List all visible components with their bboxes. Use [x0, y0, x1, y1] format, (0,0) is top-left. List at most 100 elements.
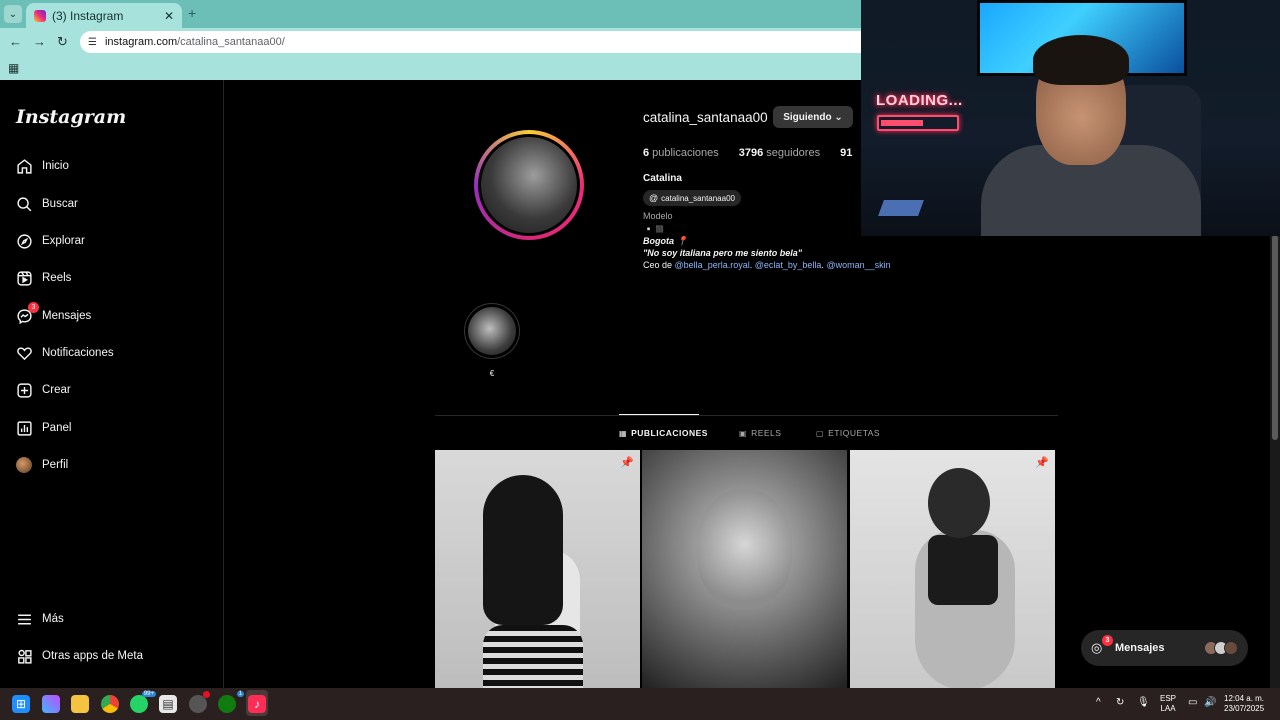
sidebar-item-label: Más	[42, 613, 64, 625]
desk-item	[878, 200, 924, 216]
tab-title: (3) Instagram	[52, 8, 124, 23]
tab-label: PUBLICACIONES	[631, 428, 708, 438]
followers-count: 3796	[738, 147, 764, 159]
sidebar-item-reels[interactable]: Reels	[15, 263, 215, 293]
instagram-favicon-icon	[34, 9, 46, 22]
post-thumbnail[interactable]: 📌	[435, 450, 640, 688]
sidebar-item-notificaciones[interactable]: Notificaciones	[15, 338, 215, 368]
windows-start-icon[interactable]: ⊞	[12, 695, 30, 713]
clock[interactable]: 12:04 a. m. 23/07/2025	[1224, 694, 1264, 714]
neon-sign: LOADING...	[876, 92, 963, 109]
following-button[interactable]: Siguiendo ⌄	[773, 106, 853, 128]
sidebar-item-label: Perfil	[42, 459, 69, 471]
language-indicator[interactable]: ESP LAA	[1160, 694, 1176, 714]
pin-icon: 📌	[620, 457, 634, 469]
meta-apps-icon	[15, 647, 33, 665]
clock-time: 12:04 a. m.	[1224, 694, 1265, 703]
network-icon[interactable]: ▭	[1188, 698, 1197, 708]
xbox-icon[interactable]: 1	[218, 691, 244, 713]
sidebar-item-crear[interactable]: Crear	[15, 375, 215, 405]
bio-link[interactable]: @woman__skin	[826, 260, 890, 270]
language-code: ESP	[1160, 694, 1177, 703]
threads-icon: @	[649, 193, 659, 203]
grid-icon: ▦	[619, 428, 628, 438]
story-highlight[interactable]	[464, 303, 520, 359]
posts-count: 6	[643, 147, 650, 159]
post-thumbnail[interactable]	[642, 450, 847, 688]
chart-icon	[15, 419, 33, 437]
tab-label: ETIQUETAS	[828, 428, 881, 438]
microphone-icon[interactable]: 🎙	[1137, 698, 1150, 708]
store-icon[interactable]: ▤	[159, 695, 177, 713]
profile-avatar-icon	[15, 456, 33, 474]
site-info-icon[interactable]: ☰	[88, 37, 97, 48]
file-explorer-icon[interactable]	[71, 695, 89, 713]
compass-icon	[15, 232, 33, 250]
profile-stats: 6 publicaciones 3796 seguidores 91	[643, 147, 875, 159]
whatsapp-icon[interactable]: 99+	[130, 691, 156, 713]
sidebar-item-label: Otras apps de Meta	[42, 650, 143, 662]
neon-loading-bar	[877, 115, 959, 131]
sidebar-item-panel[interactable]: Panel	[15, 413, 215, 443]
url-host: instagram.com	[104, 36, 178, 48]
new-tab-button[interactable]: +	[188, 5, 196, 21]
tab-etiquetas[interactable]: ▢ ETIQUETAS	[816, 428, 880, 438]
sidebar-item-inicio[interactable]: Inicio	[15, 151, 215, 181]
reload-icon[interactable]: ↻	[57, 34, 68, 50]
tab-close-icon[interactable]: ✕	[164, 9, 174, 23]
tiktok-icon[interactable]: ♪	[248, 695, 266, 713]
tab-publicaciones[interactable]: ▦ PUBLICACIONES	[619, 428, 708, 438]
messages-pill[interactable]: ◎ 3 Mensajes	[1081, 630, 1248, 666]
following-stat[interactable]: 91	[840, 147, 855, 159]
sidebar-item-perfil[interactable]: Perfil	[15, 450, 215, 480]
profile-bio: ▫️◼️ Bogota 📍 "No soy italiana pero me s…	[643, 223, 891, 271]
chrome-icon[interactable]	[101, 695, 119, 713]
sidebar-item-explorar[interactable]: Explorar	[15, 226, 215, 256]
active-tab-indicator	[619, 414, 699, 415]
post-thumbnail[interactable]: 📌	[850, 450, 1055, 688]
red-dot-badge	[203, 691, 210, 698]
app-icon[interactable]	[189, 691, 210, 713]
sidebar-item-label: Buscar	[42, 198, 78, 210]
threads-link[interactable]: @ catalina_santanaa00	[643, 190, 741, 206]
bio-line: "No soy italiana pero me siento bela"	[643, 248, 803, 258]
scrollbar-thumb[interactable]	[1272, 235, 1278, 440]
followers-stat[interactable]: 3796 seguidores	[739, 147, 820, 159]
instagram-logo[interactable]: Instagram	[16, 106, 126, 128]
sidebar-item-label: Panel	[42, 422, 72, 434]
sidebar-item-label: Notificaciones	[42, 347, 114, 359]
bio-line: ▫️◼️	[643, 224, 666, 234]
forward-icon[interactable]: →	[33, 34, 46, 49]
story-ring[interactable]	[474, 130, 584, 240]
menu-icon	[15, 610, 33, 628]
sidebar-item-label: Mensajes	[42, 310, 92, 322]
volume-icon[interactable]: 🔊	[1204, 698, 1216, 708]
sidebar-item-meta-apps[interactable]: Otras apps de Meta	[15, 641, 215, 671]
sidebar-item-mas[interactable]: Más	[15, 604, 215, 634]
bio-ceo-line: Ceo de @bella_perla.royal. @eclat_by_bel…	[643, 260, 891, 270]
copilot-icon[interactable]	[42, 695, 60, 713]
browser-tab-instagram[interactable]: (3) Instagram ✕	[26, 3, 182, 28]
tray-chevron-icon[interactable]: ^	[1096, 698, 1101, 708]
xbox-badge: 1	[236, 691, 244, 697]
bio-link[interactable]: @eclat_by_bella	[755, 260, 822, 270]
sync-icon[interactable]: ↻	[1116, 698, 1124, 708]
following-button-label: Siguiendo	[783, 111, 832, 123]
posts-stat: 6 publicaciones	[643, 147, 719, 159]
sidebar-item-buscar[interactable]: Buscar	[15, 189, 215, 219]
back-icon[interactable]: ←	[9, 34, 22, 49]
reels-icon: ▣	[739, 428, 748, 438]
apps-grid-icon[interactable]: ▦	[8, 61, 19, 75]
keyboard-layout: LAA	[1160, 704, 1176, 713]
sidebar-item-label: Explorar	[42, 235, 85, 247]
tab-search-button[interactable]: ⌄	[4, 5, 22, 23]
message-avatars	[1204, 641, 1238, 655]
highlight-label: €	[489, 369, 495, 378]
sidebar-item-mensajes[interactable]: 3 Mensajes	[15, 301, 215, 331]
tab-reels[interactable]: ▣ REELS	[739, 428, 781, 438]
url-path: /catalina_santanaa00/	[177, 36, 285, 48]
instagram-sidebar: Instagram Inicio Buscar Explorar Reels 3…	[0, 80, 224, 688]
messenger-icon: 3	[15, 302, 39, 325]
profile-picture[interactable]	[481, 137, 577, 233]
bio-link[interactable]: @bella_perla.royal	[675, 260, 750, 270]
